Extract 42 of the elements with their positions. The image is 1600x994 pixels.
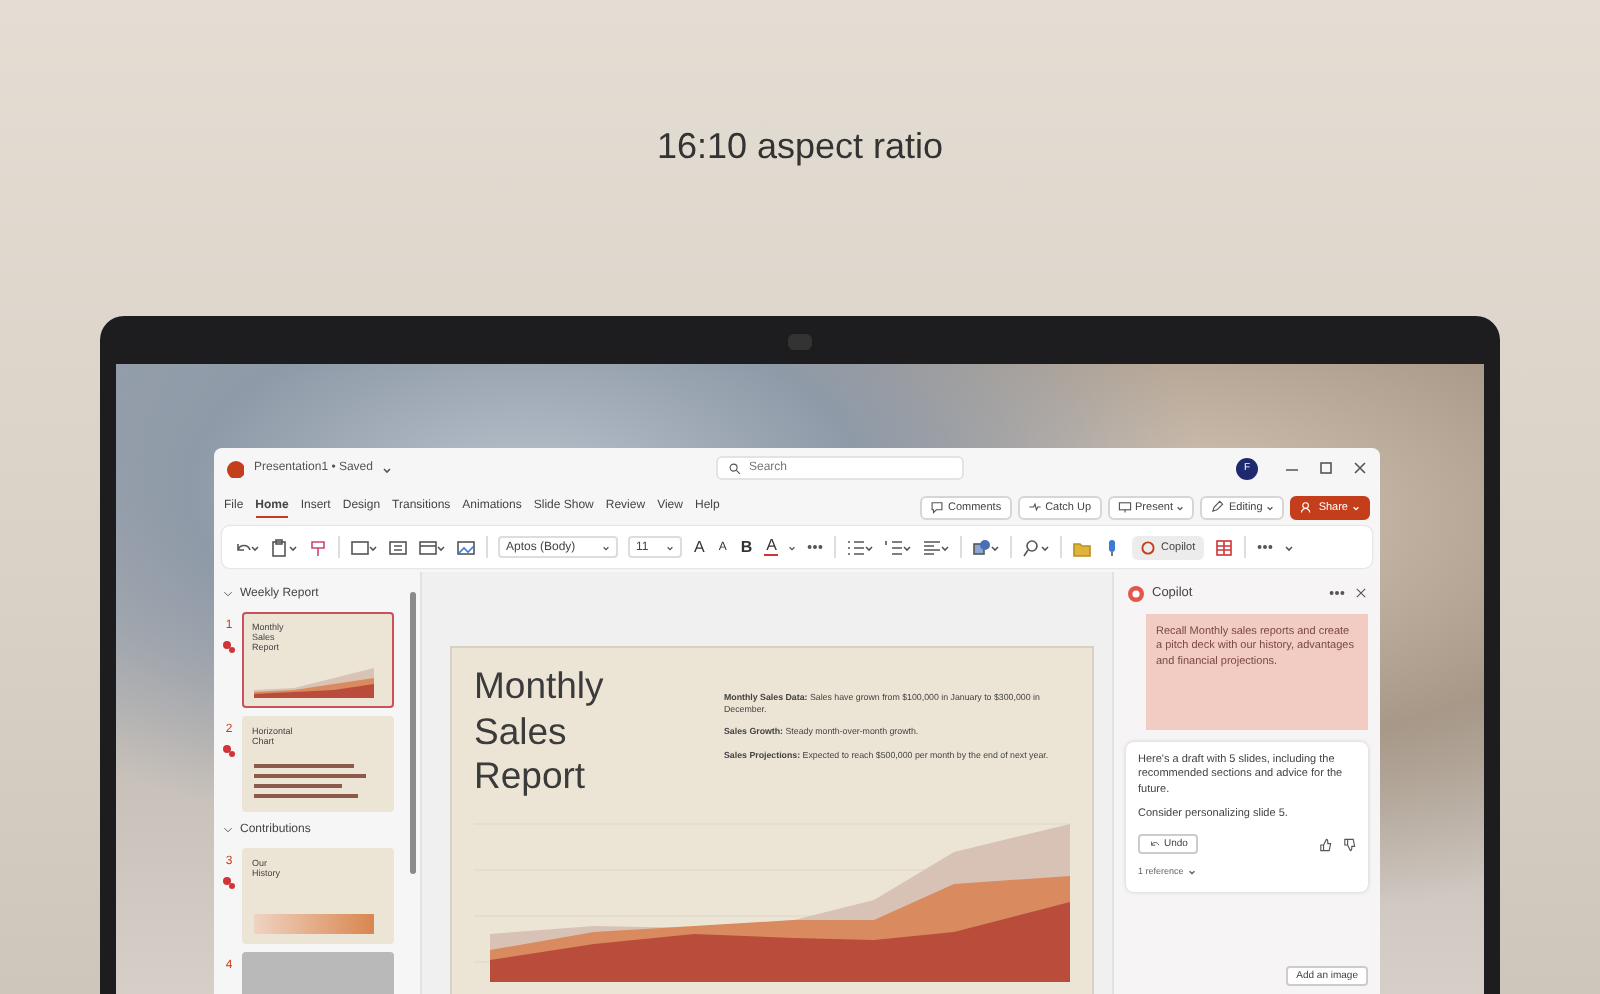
timeline-drawing	[254, 914, 374, 934]
coauthor-marker-icon[interactable]	[222, 876, 236, 890]
area-chart-drawing	[254, 666, 374, 698]
layout-icon[interactable]	[388, 537, 408, 557]
scrollbar[interactable]	[410, 592, 416, 874]
search-icon[interactable]	[728, 461, 743, 475]
new-slide-icon[interactable]	[350, 537, 378, 557]
thumbs-up-icon[interactable]	[1318, 837, 1332, 852]
chevron-icon[interactable]	[222, 588, 234, 600]
close-icon[interactable]	[1352, 460, 1368, 476]
folder-icon[interactable]	[1072, 537, 1093, 557]
section-icon[interactable]	[418, 537, 446, 557]
thumbs-down-icon[interactable]	[1342, 837, 1356, 852]
copilot-icon[interactable]	[1140, 539, 1157, 555]
powerpoint-logo-icon[interactable]	[226, 459, 244, 477]
clipboard-icon[interactable]	[270, 537, 298, 557]
font-color-button[interactable]: A	[764, 538, 779, 556]
picture-icon[interactable]	[456, 537, 476, 557]
undo-icon[interactable]	[1148, 838, 1160, 851]
copilot-logo-icon[interactable]	[1126, 584, 1144, 602]
coauthor-marker-icon[interactable]	[222, 744, 236, 758]
bold-button[interactable]: B	[738, 538, 755, 556]
coauthor-marker-icon[interactable]	[222, 640, 236, 654]
shapes-icon[interactable]	[972, 537, 1001, 557]
grow-font-button[interactable]: A	[692, 538, 707, 556]
share-icon[interactable]	[1300, 500, 1315, 514]
catch-up-icon[interactable]	[1027, 500, 1042, 514]
align-icon[interactable]	[922, 537, 951, 557]
find-icon[interactable]	[1022, 537, 1051, 557]
format-painter-icon[interactable]	[308, 537, 328, 557]
present-icon[interactable]	[1117, 500, 1132, 514]
heading: 16:10 aspect ratio	[656, 125, 944, 167]
comment-icon[interactable]	[929, 500, 944, 514]
numbering-icon[interactable]	[884, 537, 913, 557]
bullets-icon[interactable]	[846, 537, 875, 557]
designer-icon[interactable]	[1213, 537, 1234, 557]
close-icon[interactable]	[1354, 586, 1368, 600]
slide[interactable]	[450, 646, 1094, 994]
slide-title[interactable]: Monthly Sales Report	[474, 664, 624, 800]
pencil-icon[interactable]	[1210, 500, 1225, 514]
chevron-icon[interactable]	[222, 824, 234, 836]
maximize-icon[interactable]	[1318, 460, 1334, 476]
